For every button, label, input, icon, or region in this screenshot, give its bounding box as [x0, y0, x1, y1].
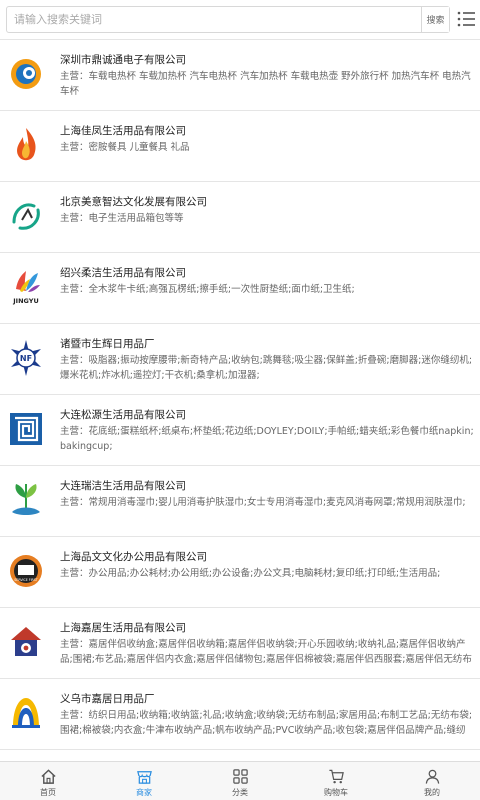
biz-prefix: 主营：: [60, 284, 89, 295]
company-item[interactable]: 上海佳凤生活用品有限公司 主营：密胺餐具 儿童餐具 礼品: [0, 111, 480, 182]
company-business: 主营：密胺餐具 儿童餐具 礼品: [60, 140, 474, 155]
arch-logo: [8, 693, 44, 733]
tab-label: 商家: [136, 788, 152, 797]
user-icon: [425, 769, 439, 784]
biz-prefix: 主营：: [60, 710, 89, 721]
swirl-logo: [8, 54, 44, 94]
jingyu-logo: JINGYU: [8, 267, 44, 307]
biz-prefix: 主营：: [60, 355, 89, 366]
biz-text: 嘉居伴侣收纳盒;嘉居伴侣收纳箱;嘉居伴侣收纳袋;开心乐园收纳;收纳礼品;嘉居伴侣…: [60, 639, 472, 665]
biz-prefix: 主营：: [60, 497, 89, 508]
biz-prefix: 主营：: [60, 426, 89, 437]
company-name: 上海嘉居生活用品有限公司: [60, 622, 186, 634]
shop-icon: [136, 771, 152, 784]
biz-prefix: 主营：: [60, 213, 89, 224]
search-button[interactable]: 搜索: [421, 7, 449, 32]
company-name: 绍兴柔洁生活用品有限公司: [60, 267, 186, 279]
company-business: 主营：花底纸;蛋糕纸杯;纸桌布;杯垫纸;花边纸;DOYLEY;DOILY;手帕纸…: [60, 424, 474, 454]
company-name: 北京美意智达文化发展有限公司: [60, 196, 207, 208]
biz-text: 电子生活用品箱包等等: [88, 213, 184, 224]
tab-category[interactable]: 分类: [192, 762, 288, 800]
biz-text: 全木浆牛卡纸;高强瓦楞纸;擦手纸;一次性厨垫纸;面巾纸;卫生纸;: [88, 284, 355, 295]
tab-home[interactable]: 首页: [0, 762, 96, 800]
top-bar: 搜索: [0, 0, 480, 40]
search-input[interactable]: [7, 7, 422, 32]
company-item[interactable]: 大连松源生活用品有限公司 主营：花底纸;蛋糕纸杯;纸桌布;杯垫纸;花边纸;DOY…: [0, 395, 480, 466]
biz-text: 车载电热杯 车载加热杯 汽车电热杯 汽车加热杯 车载电热壶 野外旅行杯 加热汽车…: [60, 71, 471, 97]
company-name: 大连瑞洁生活用品有限公司: [60, 480, 186, 492]
company-item[interactable]: 北京美意智达文化发展有限公司 主营：电子生活用品箱包等等: [0, 182, 480, 253]
tab-shop[interactable]: 商家: [96, 762, 192, 800]
biz-text: 密胺餐具 儿童餐具 礼品: [88, 142, 190, 153]
search-box: 搜索: [6, 6, 450, 33]
biz-prefix: 主营：: [60, 71, 89, 82]
company-name: 大连松源生活用品有限公司: [60, 409, 186, 421]
biz-text: 常规用消毒湿巾;婴儿用消毒护肤湿巾;女士专用消毒湿巾;麦克风消毒网罩;常规用润肤…: [88, 497, 466, 508]
grid-icon: [232, 769, 248, 784]
company-item[interactable]: JINGYU 绍兴柔洁生活用品有限公司 主营：全木浆牛卡纸;高强瓦楞纸;擦手纸;…: [0, 253, 480, 324]
gear-badge-logo: SERVICE FIRST: [8, 551, 44, 591]
company-item[interactable]: NF 诸暨市生辉日用品厂 主营：吸脂器;振动按摩腰带;新奇特产品;收纳包;跳舞毯…: [0, 324, 480, 395]
company-item[interactable]: 上海嘉居生活用品有限公司 主营：嘉居伴侣收纳盒;嘉居伴侣收纳箱;嘉居伴侣收纳袋;…: [0, 608, 480, 679]
company-business: 主营：嘉居伴侣收纳盒;嘉居伴侣收纳箱;嘉居伴侣收纳袋;开心乐园收纳;收纳礼品;嘉…: [60, 637, 474, 667]
company-name: 诸暨市生辉日用品厂: [60, 338, 155, 350]
biz-text: 办公用品;办公耗材;办公用纸;办公设备;办公文具;电脑耗材;复印纸;打印纸;生活…: [88, 568, 441, 579]
nf-logo: NF: [8, 338, 44, 378]
company-name: 义乌市嘉居日用品厂: [60, 693, 155, 705]
flame-logo: [8, 125, 44, 165]
biz-text: 花底纸;蛋糕纸杯;纸桌布;杯垫纸;花边纸;DOYLEY;DOILY;手帕纸;蜡夹…: [60, 426, 474, 452]
company-business: 主营：纺织日用品;收纳箱;收纳篮;礼品;收纳盒;收纳袋;无纺布制品;家居用品;布…: [60, 708, 474, 738]
bottom-tab-bar: 首页 商家 分类 购物车 我的: [0, 761, 480, 800]
logo-wordmark: SERVICE FIRST: [14, 578, 37, 582]
tab-label: 购物车: [324, 788, 348, 797]
company-name: 上海佳凤生活用品有限公司: [60, 125, 186, 137]
tab-mine[interactable]: 我的: [384, 762, 480, 800]
company-item[interactable]: 深圳市鼎诚通电子有限公司 主营：车载电热杯 车载加热杯 汽车电热杯 汽车加热杯 …: [0, 40, 480, 111]
tab-label: 首页: [40, 788, 56, 797]
company-name: 上海品文文化办公用品有限公司: [60, 551, 207, 563]
company-item[interactable]: 义乌市嘉居日用品厂 主营：纺织日用品;收纳箱;收纳篮;礼品;收纳盒;收纳袋;无纺…: [0, 679, 480, 750]
biz-prefix: 主营：: [60, 568, 89, 579]
company-list: 深圳市鼎诚通电子有限公司 主营：车载电热杯 车载加热杯 汽车电热杯 汽车加热杯 …: [0, 40, 480, 761]
plant-logo: [8, 480, 44, 520]
company-item[interactable]: 大连瑞洁生活用品有限公司 主营：常规用消毒湿巾;婴儿用消毒护肤湿巾;女士专用消毒…: [0, 466, 480, 537]
company-item[interactable]: SERVICE FIRST 上海品文文化办公用品有限公司 主营：办公用品;办公耗…: [0, 537, 480, 608]
biz-prefix: 主营：: [60, 142, 89, 153]
square-spiral-logo: [8, 409, 44, 449]
company-business: 主营：吸脂器;振动按摩腰带;新奇特产品;收纳包;跳舞毯;吸尘器;保鲜盖;折叠碗;…: [60, 353, 474, 383]
company-business: 主营：办公用品;办公耗材;办公用纸;办公设备;办公文具;电脑耗材;复印纸;打印纸…: [60, 566, 474, 581]
ribbon-logo: [8, 196, 44, 236]
tab-cart[interactable]: 购物车: [288, 762, 384, 800]
company-business: 主营：车载电热杯 车载加热杯 汽车电热杯 汽车加热杯 车载电热壶 野外旅行杯 加…: [60, 69, 474, 99]
biz-text: 纺织日用品;收纳箱;收纳篮;礼品;收纳盒;收纳袋;无纺布制品;家居用品;布制工艺…: [60, 710, 473, 736]
biz-prefix: 主营：: [60, 639, 89, 650]
tab-label: 分类: [232, 788, 248, 797]
company-business: 主营：常规用消毒湿巾;婴儿用消毒护肤湿巾;女士专用消毒湿巾;麦克风消毒网罩;常规…: [60, 495, 474, 510]
tab-label: 我的: [424, 788, 440, 797]
house-logo: [8, 622, 44, 662]
list-menu-icon[interactable]: [455, 8, 477, 30]
company-business: 主营：电子生活用品箱包等等: [60, 211, 474, 226]
cart-icon: [328, 769, 344, 784]
home-icon: [40, 769, 56, 784]
biz-text: 吸脂器;振动按摩腰带;新奇特产品;收纳包;跳舞毯;吸尘器;保鲜盖;折叠碗;磨脚器…: [60, 355, 473, 381]
company-business: 主营：全木浆牛卡纸;高强瓦楞纸;擦手纸;一次性厨垫纸;面巾纸;卫生纸;: [60, 282, 474, 297]
company-name: 深圳市鼎诚通电子有限公司: [60, 54, 186, 66]
logo-wordmark: JINGYU: [12, 297, 38, 305]
logo-wordmark: NF: [20, 354, 32, 363]
